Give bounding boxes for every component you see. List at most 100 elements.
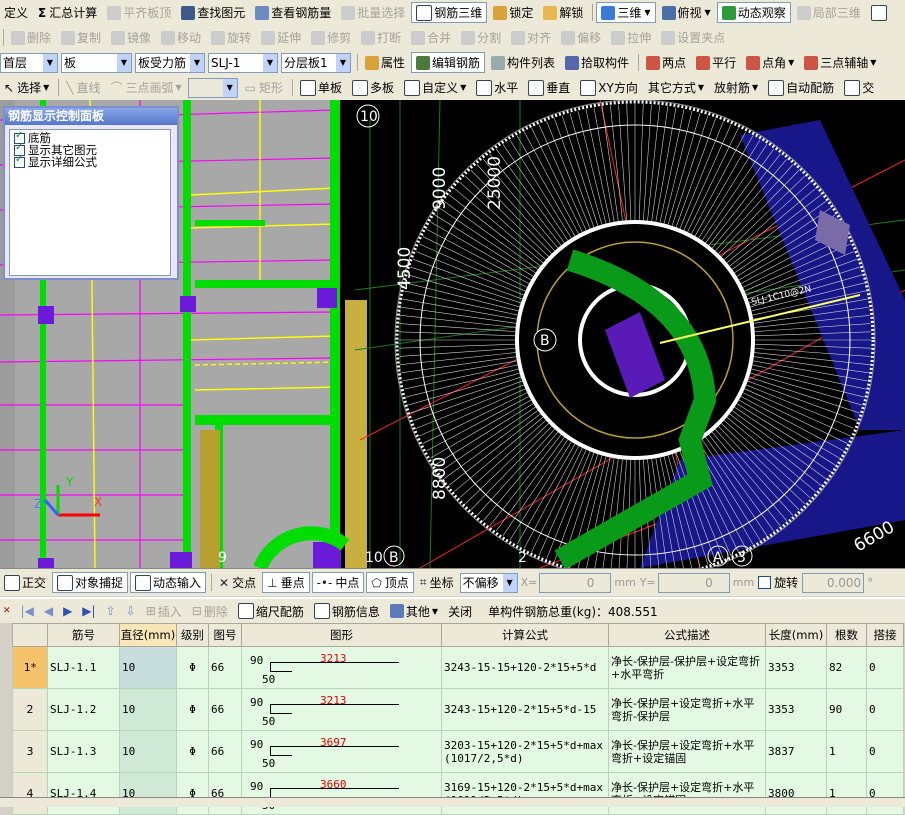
local-3d-button[interactable]: 局部三维	[793, 2, 865, 23]
rotate-button[interactable]: 旋转	[207, 27, 255, 48]
dynamic-observe-button[interactable]: 动态观察	[716, 2, 791, 23]
col-grade[interactable]: 级别	[176, 623, 209, 647]
row-index[interactable]: 1*	[12, 646, 48, 689]
lock-button[interactable]: 锁定	[489, 2, 537, 23]
intersect-button[interactable]: 交	[840, 77, 878, 98]
three-point-arc-button[interactable]: ⌒ 三点画弧 ▼	[106, 77, 185, 98]
cell-length[interactable]: 3800	[765, 772, 827, 815]
cell-count[interactable]: 1	[826, 772, 867, 815]
col-count[interactable]: 根数	[826, 623, 867, 647]
cell-grade[interactable]: Φ	[176, 688, 209, 731]
properties-button[interactable]: 属性	[361, 52, 409, 73]
dynamic-input-toggle[interactable]: 动态输入	[130, 572, 207, 593]
col-shape[interactable]: 图形	[241, 623, 442, 647]
cell-desc[interactable]: 净长-保护层+设定弯折+水平弯折+设定锚固	[608, 772, 766, 815]
cell-formula[interactable]: 3203-15+120-2*15+5*d+max(1017/2,5*d)	[441, 730, 609, 773]
align-button[interactable]: 对齐	[507, 27, 555, 48]
copy-button[interactable]: 复制	[57, 27, 105, 48]
component-select[interactable]: SLJ-1 ▼	[208, 52, 278, 73]
cell-diameter[interactable]: 10	[119, 646, 177, 689]
multi-slab-button[interactable]: 多板	[348, 77, 398, 98]
offset-select[interactable]: 不偏移 ▼	[459, 572, 518, 593]
cell-diameter[interactable]: 10	[119, 730, 177, 773]
cell-desc[interactable]: 净长-保护层-保护层+设定弯折+水平弯折	[608, 646, 766, 689]
line-button[interactable]: ╲ 直线	[62, 77, 104, 98]
cell-name[interactable]: SLJ-1.3	[47, 730, 120, 773]
table-row[interactable]: 2 SLJ-1.2 10 Φ 66 90 50 3213 3243-15+120-2…	[12, 688, 904, 731]
parallel-button[interactable]: 平行	[692, 52, 740, 73]
move-up-button[interactable]: ⇧	[102, 601, 120, 622]
insert-button[interactable]: ⊞ 插入	[142, 601, 186, 622]
x-input[interactable]: 0	[539, 572, 612, 593]
stretch-button[interactable]: 拉伸	[607, 27, 655, 48]
single-slab-button[interactable]: 单板	[296, 77, 346, 98]
object-snap-toggle[interactable]: 对象捕捉	[52, 572, 129, 593]
close-grid-button[interactable]: 关闭	[444, 601, 476, 622]
layer-select[interactable]: 分层板1 ▼	[281, 52, 351, 73]
trim-button[interactable]: 修剪	[307, 27, 355, 48]
view-rebar-qty-button[interactable]: 查看钢筋量	[251, 2, 335, 23]
cell-figure-no[interactable]: 66	[208, 772, 242, 815]
three-point-axis-button[interactable]: 三点辅轴 ▼	[800, 52, 880, 73]
mirror-button[interactable]: 镜像	[107, 27, 155, 48]
subtype-select[interactable]: 板受力筋 ▼	[135, 52, 205, 73]
rotate-checkbox[interactable]	[758, 576, 772, 589]
type-select[interactable]: 板 ▼	[61, 52, 132, 73]
row-index[interactable]: 2	[12, 688, 48, 731]
cell-grade[interactable]: Φ	[176, 730, 209, 773]
3d-view-dropdown[interactable]: 三维 ▼	[596, 2, 656, 23]
cell-name[interactable]: SLJ-1.1	[47, 646, 120, 689]
split-button[interactable]: 分割	[457, 27, 505, 48]
col-figure-no[interactable]: 图号	[208, 623, 242, 647]
auto-rebar-button[interactable]: 自动配筋	[764, 77, 838, 98]
move-button[interactable]: 移动	[157, 27, 205, 48]
col-name[interactable]: 筋号	[47, 623, 120, 647]
row-index[interactable]: 3	[12, 730, 48, 773]
align-slab-top-button[interactable]: 平齐板顶	[103, 2, 175, 23]
cell-diameter[interactable]: 10	[119, 688, 177, 731]
cell-shape[interactable]: 90503660	[241, 772, 442, 815]
floor-select[interactable]: 首层 ▼	[0, 52, 58, 73]
cell-shape[interactable]: 90 50 3697	[241, 730, 442, 773]
rotate-input[interactable]: 0.000	[802, 572, 865, 593]
next-record-button[interactable]: ▶	[59, 601, 76, 622]
rebar-display-panel[interactable]: 钢筋显示控制面板 底筋 显示其它图元 显示详细公式	[3, 106, 179, 280]
cell-count[interactable]: 1	[826, 730, 867, 773]
col-length[interactable]: 长度(mm)	[765, 623, 827, 647]
cell-shape[interactable]: 90 50 3213	[241, 688, 442, 731]
col-desc[interactable]: 公式描述	[608, 623, 766, 647]
cell-formula[interactable]: 3169-15+120-2*15+5*d+max(1011/2,5*d)	[441, 772, 609, 815]
cell-length[interactable]: 3353	[765, 646, 827, 689]
custom-button[interactable]: 自定义 ▼	[400, 77, 470, 98]
cell-formula[interactable]: 3243-15-15+120-2*15+5*d	[441, 646, 609, 689]
extend-button[interactable]: 延伸	[257, 27, 305, 48]
find-element-button[interactable]: 查找图元	[177, 2, 249, 23]
move-down-button[interactable]: ⇩	[122, 601, 140, 622]
edit-rebar-button[interactable]: 编辑钢筋	[411, 52, 486, 73]
cell-figure-no[interactable]: 66	[208, 646, 242, 689]
midpoint-snap[interactable]: -•- 中点	[311, 572, 365, 593]
vertical-button[interactable]: 垂直	[524, 77, 574, 98]
delete-row-button[interactable]: ⊟ 删除	[188, 601, 232, 622]
checkbox-checked-icon[interactable]	[14, 154, 25, 168]
radial-rebar-button[interactable]: 放射筋 ▼	[710, 77, 762, 98]
zoom-button[interactable]	[867, 2, 893, 23]
sum-calc-button[interactable]: Σ 汇总计算	[34, 2, 101, 23]
y-input[interactable]: 0	[657, 572, 730, 593]
cell-lap[interactable]: 0	[866, 646, 904, 689]
rebar-info-button[interactable]: 钢筋信息	[310, 601, 384, 622]
coordinate-snap[interactable]: ⌗ 坐标	[416, 572, 458, 593]
cell-length[interactable]: 3837	[765, 730, 827, 773]
perpendicular-snap[interactable]: ⊥ 垂点	[262, 572, 310, 593]
prev-record-button[interactable]: ◀	[40, 601, 57, 622]
component-list-button[interactable]: 构件列表	[487, 52, 559, 73]
first-record-button[interactable]: |◀	[17, 601, 38, 622]
col-lap[interactable]: 搭接	[866, 623, 904, 647]
top-view-dropdown[interactable]: 俯视 ▼	[658, 2, 715, 23]
scale-rebar-button[interactable]: 缩尺配筋	[234, 601, 308, 622]
cell-grade[interactable]: Φ	[176, 646, 209, 689]
col-formula[interactable]: 计算公式	[441, 623, 609, 647]
other-method-button[interactable]: 其它方式 ▼	[644, 77, 708, 98]
cell-count[interactable]: 82	[826, 646, 867, 689]
last-record-button[interactable]: ▶|	[78, 601, 99, 622]
